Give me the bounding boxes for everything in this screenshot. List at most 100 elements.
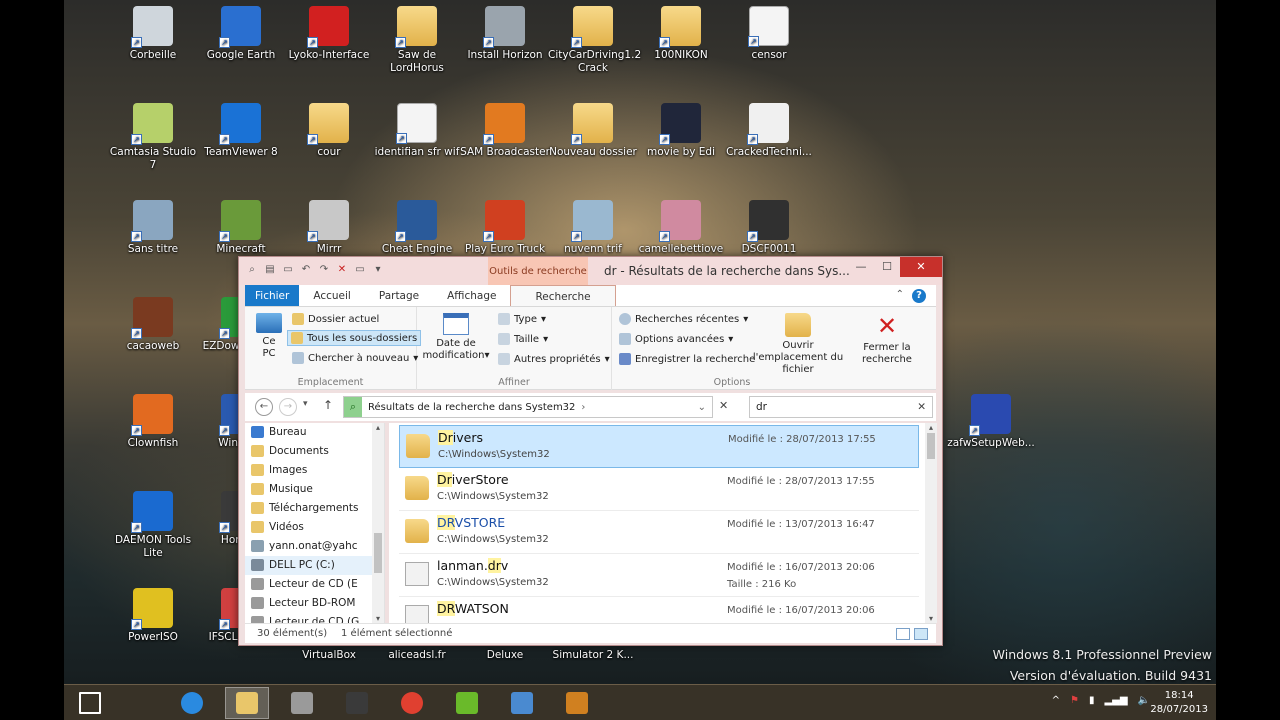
nav-tree-item[interactable]: yann.onat@yahc bbox=[245, 537, 384, 556]
new-folder-icon[interactable]: ▭ bbox=[281, 263, 295, 277]
desktop-icon[interactable]: ↗ Saw de LordHorus bbox=[372, 6, 462, 75]
forward-button[interactable]: → bbox=[279, 398, 297, 416]
nav-tree-item[interactable]: Lecteur de CD (E bbox=[245, 575, 384, 594]
details-view-icon[interactable] bbox=[896, 628, 910, 640]
taskbar-button[interactable] bbox=[280, 687, 324, 719]
redo-icon[interactable]: ↷ bbox=[317, 263, 331, 277]
desktop-icon[interactable]: ↗ DAEMON Tools Lite bbox=[108, 491, 198, 560]
nav-tree-item[interactable]: Lecteur BD-ROM bbox=[245, 594, 384, 613]
taskbar-button[interactable] bbox=[500, 687, 544, 719]
up-icon[interactable]: ↑ bbox=[323, 398, 333, 412]
taskbar-button[interactable] bbox=[225, 687, 269, 719]
breadcrumb-chevron-icon[interactable]: › bbox=[581, 402, 585, 413]
back-button[interactable]: ← bbox=[255, 398, 273, 416]
desktop-icon-label[interactable]: aliceadsl.fr bbox=[372, 649, 462, 662]
navigation-scrollbar[interactable]: ▴ ▾ bbox=[372, 423, 384, 623]
nav-tree-item[interactable]: Images bbox=[245, 461, 384, 480]
ouvrir-emplacement-button[interactable]: Ouvrir l'emplacement du fichier bbox=[746, 313, 850, 376]
tab-accueil[interactable]: Accueil bbox=[299, 285, 365, 306]
large-icons-view-icon[interactable] bbox=[914, 628, 928, 640]
address-bar[interactable]: ⌕ Résultats de la recherche dans System3… bbox=[343, 396, 713, 418]
nav-tree-item[interactable]: Bureau bbox=[245, 423, 384, 442]
fermer-recherche-button[interactable]: ✕ Fermer la recherche bbox=[858, 313, 916, 366]
table-row[interactable]: lanman.drv C:\Windows\System32 Modifié le … bbox=[399, 554, 919, 597]
table-row[interactable]: DRWATSON Modifié le : 16/07/2013 20:06 bbox=[399, 597, 919, 623]
scrollbar-thumb[interactable] bbox=[374, 533, 382, 573]
nav-tree-item[interactable]: Téléchargements bbox=[245, 499, 384, 518]
undo-icon[interactable]: ↶ bbox=[299, 263, 313, 277]
ce-pc-button[interactable]: Ce PC bbox=[251, 313, 287, 360]
nav-tree-item[interactable]: Documents bbox=[245, 442, 384, 461]
table-row[interactable]: Drivers C:\Windows\System32 Modifié le : 2… bbox=[399, 425, 919, 468]
desktop-icon[interactable]: ↗ cacaoweb bbox=[108, 297, 198, 353]
desktop-icon[interactable]: ↗ 100NIKON bbox=[636, 6, 726, 62]
tab-recherche[interactable]: Recherche bbox=[510, 285, 616, 306]
desktop-icon[interactable]: ↗ SAM Broadcaster bbox=[460, 103, 550, 159]
search-input[interactable]: dr ✕ bbox=[749, 396, 933, 418]
search-icon[interactable]: ⌕ bbox=[245, 263, 259, 277]
desktop-icon[interactable]: ↗ DSCF0011 bbox=[724, 200, 814, 256]
minimize-button[interactable]: — bbox=[848, 257, 874, 277]
scrollbar-thumb[interactable] bbox=[927, 433, 935, 459]
chercher-nouveau-button[interactable]: Chercher à nouveau ▾ bbox=[289, 351, 421, 365]
desktop-icon[interactable]: ↗ CityCarDriving1.2 Crack bbox=[548, 6, 641, 75]
taskbar-button[interactable] bbox=[390, 687, 434, 719]
tab-fichier[interactable]: Fichier bbox=[245, 285, 300, 306]
autres-proprietes-button[interactable]: Autres propriétés ▾ bbox=[495, 352, 613, 366]
desktop-icon[interactable]: ↗ Minecraft bbox=[196, 200, 286, 256]
enregistrer-recherche-button[interactable]: Enregistrer la recherche bbox=[616, 352, 758, 366]
search-results-pane[interactable]: Drivers C:\Windows\System32 Modifié le : 2… bbox=[389, 423, 937, 623]
taskbar-button[interactable] bbox=[170, 687, 214, 719]
desktop-icon-label[interactable]: VirtualBox bbox=[284, 649, 374, 662]
type-button[interactable]: Type ▾ bbox=[495, 312, 549, 326]
desktop-icon[interactable]: ↗ CrackedTechni... bbox=[724, 103, 814, 159]
tous-sous-dossiers-button[interactable]: Tous les sous-dossiers bbox=[287, 330, 422, 346]
tray-overflow-icon[interactable]: ^ bbox=[1052, 695, 1060, 706]
desktop-icon[interactable]: ↗ Sans titre bbox=[108, 200, 198, 256]
context-tab-search-tools[interactable]: Outils de recherche bbox=[488, 257, 588, 285]
desktop-icon[interactable]: ↗ TeamViewer 8 bbox=[196, 103, 286, 159]
desktop-icon[interactable]: ↗ Clownfish bbox=[108, 394, 198, 450]
desktop-icon[interactable]: ↗ zafwSetupWeb... bbox=[946, 394, 1036, 450]
help-icon[interactable]: ? bbox=[912, 289, 926, 303]
maximize-button[interactable]: ☐ bbox=[874, 257, 900, 277]
desktop-icon[interactable]: ↗ nuvenn trif bbox=[548, 200, 638, 256]
desktop-icon[interactable]: ↗ censor bbox=[724, 6, 814, 62]
desktop-icon[interactable]: ↗ identifian sfr wif bbox=[372, 103, 462, 159]
desktop-icon[interactable]: ↗ Camtasia Studio 7 bbox=[108, 103, 198, 172]
desktop-icon-label[interactable]: Simulator 2 K... bbox=[548, 649, 638, 662]
table-row[interactable]: DRVSTORE C:\Windows\System32 Modifié le : … bbox=[399, 511, 919, 554]
desktop-icon[interactable]: ↗ Corbeille bbox=[108, 6, 198, 62]
date-modification-button[interactable]: Date de modification▾ bbox=[421, 313, 491, 362]
file-explorer-window[interactable]: ⌕ ▤ ▭ ↶ ↷ ✕ ▭ ▾ Outils de recherche dr -… bbox=[238, 256, 943, 646]
nav-tree-item[interactable]: Lecteur de CD (G bbox=[245, 613, 384, 623]
taskbar-button[interactable] bbox=[68, 687, 112, 719]
desktop-icon[interactable]: ↗ Play Euro Truck bbox=[460, 200, 550, 256]
address-dropdown-icon[interactable]: ⌄ bbox=[698, 402, 706, 413]
battery-icon[interactable]: ▮ bbox=[1089, 695, 1095, 706]
desktop-icon[interactable]: ↗ camellebettiove bbox=[636, 200, 726, 256]
nav-tree-item[interactable]: Vidéos bbox=[245, 518, 384, 537]
close-button[interactable]: ✕ bbox=[900, 257, 942, 277]
delete-icon[interactable]: ✕ bbox=[335, 263, 349, 277]
collapse-ribbon-icon[interactable]: ⌃ bbox=[896, 289, 904, 303]
rename-icon[interactable]: ▭ bbox=[353, 263, 367, 277]
desktop-icon-label[interactable]: Deluxe bbox=[460, 649, 550, 662]
volume-icon[interactable]: 🔈 bbox=[1138, 695, 1150, 706]
taskbar-button[interactable] bbox=[445, 687, 489, 719]
recent-locations-icon[interactable]: ▾ bbox=[303, 399, 308, 409]
table-row[interactable]: DriverStore C:\Windows\System32 Modifié le… bbox=[399, 468, 919, 511]
desktop-icon[interactable]: ↗ Mirrr bbox=[284, 200, 374, 256]
customize-dropdown-icon[interactable]: ▾ bbox=[371, 263, 385, 277]
recherches-recentes-button[interactable]: Recherches récentes ▾ bbox=[616, 312, 751, 326]
tab-affichage[interactable]: Affichage bbox=[433, 285, 510, 306]
taille-button[interactable]: Taille ▾ bbox=[495, 332, 551, 346]
desktop-icon[interactable]: ↗ PowerISO bbox=[108, 588, 198, 644]
tab-partage[interactable]: Partage bbox=[365, 285, 433, 306]
desktop-icon[interactable]: ↗ Cheat Engine bbox=[372, 200, 462, 256]
action-center-flag-icon[interactable]: ⚑ bbox=[1070, 695, 1079, 706]
clock[interactable]: 18:14 28/07/2013 bbox=[1150, 689, 1208, 717]
desktop-icon[interactable]: ↗ movie by Edi bbox=[636, 103, 726, 159]
dossier-actuel-button[interactable]: Dossier actuel bbox=[289, 312, 382, 326]
properties-icon[interactable]: ▤ bbox=[263, 263, 277, 277]
